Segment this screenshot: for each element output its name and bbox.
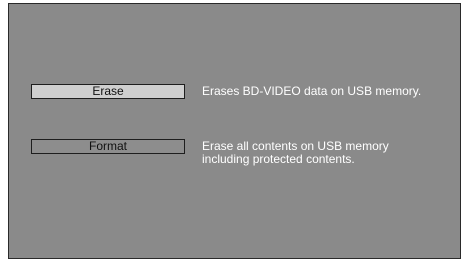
format-description-line-2: including protected contents. xyxy=(202,152,355,166)
format-button[interactable]: Format xyxy=(31,139,185,154)
format-description: Erase all contents on USB memory includi… xyxy=(202,140,389,166)
erase-button[interactable]: Erase xyxy=(31,84,185,99)
erase-description: Erases BD-VIDEO data on USB memory. xyxy=(202,85,421,98)
erase-description-line: Erases BD-VIDEO data on USB memory. xyxy=(202,84,422,98)
usb-memory-menu-screen: Erase Erases BD-VIDEO data on USB memory… xyxy=(8,3,461,259)
